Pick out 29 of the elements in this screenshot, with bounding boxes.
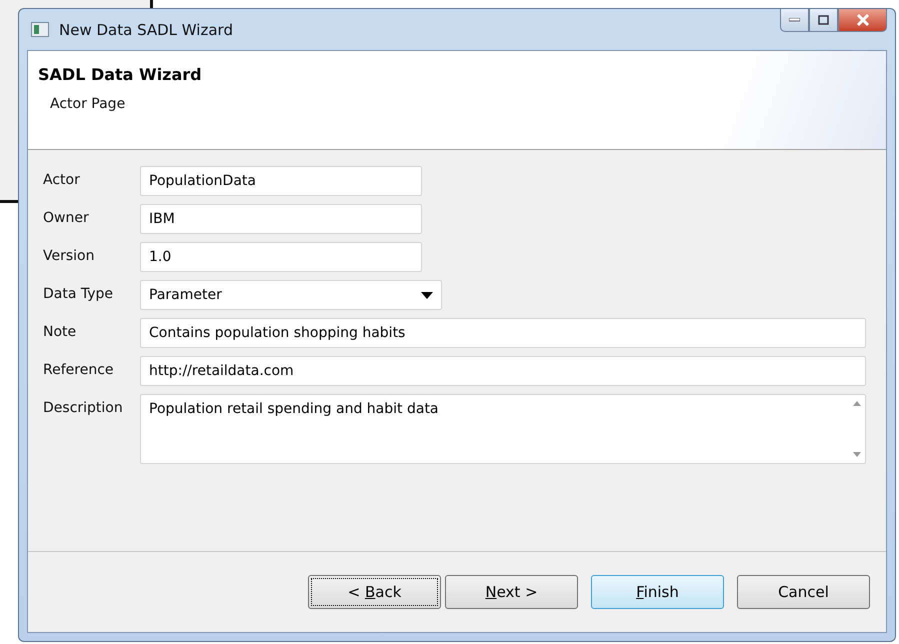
wizard-button[interactable]: Cancel <box>737 575 870 609</box>
window-icon <box>31 22 49 37</box>
minimize-button[interactable] <box>780 9 809 32</box>
field-label: Actor <box>43 171 81 188</box>
close-icon <box>856 14 870 26</box>
input-field[interactable]: http://retaildata.com <box>140 356 866 386</box>
wizard-button[interactable]: Finish <box>591 575 724 609</box>
dropdown-caret-icon <box>421 292 433 298</box>
input-field[interactable]: Contains population shopping habits <box>140 318 866 348</box>
data-type-dropdown[interactable]: Parameter <box>140 280 442 310</box>
input-field[interactable]: IBM <box>140 204 422 234</box>
wizard-title: SADL Data Wizard <box>38 65 203 84</box>
wizard-button[interactable]: Next > <box>445 575 578 609</box>
page-subtitle: Actor Page <box>49 96 126 112</box>
field-label: Note <box>43 323 78 340</box>
field-label: Reference <box>43 361 114 378</box>
minimize-icon <box>789 18 800 22</box>
input-field[interactable]: PopulationData <box>140 166 422 196</box>
input-field[interactable]: 1.0 <box>140 242 422 272</box>
wizard-button[interactable]: < Back <box>308 575 441 609</box>
window-title: New Data SADL Wizard <box>59 20 233 38</box>
field-label: Data Type <box>43 285 114 302</box>
field-label: Owner <box>43 209 90 226</box>
field-label: Description <box>43 399 124 416</box>
description-text-area[interactable]: Population retail spending and habit data <box>140 394 866 464</box>
close-button[interactable] <box>838 9 887 32</box>
maximize-button[interactable] <box>809 9 838 32</box>
maximize-icon <box>818 15 829 25</box>
field-label: Version <box>43 247 96 264</box>
